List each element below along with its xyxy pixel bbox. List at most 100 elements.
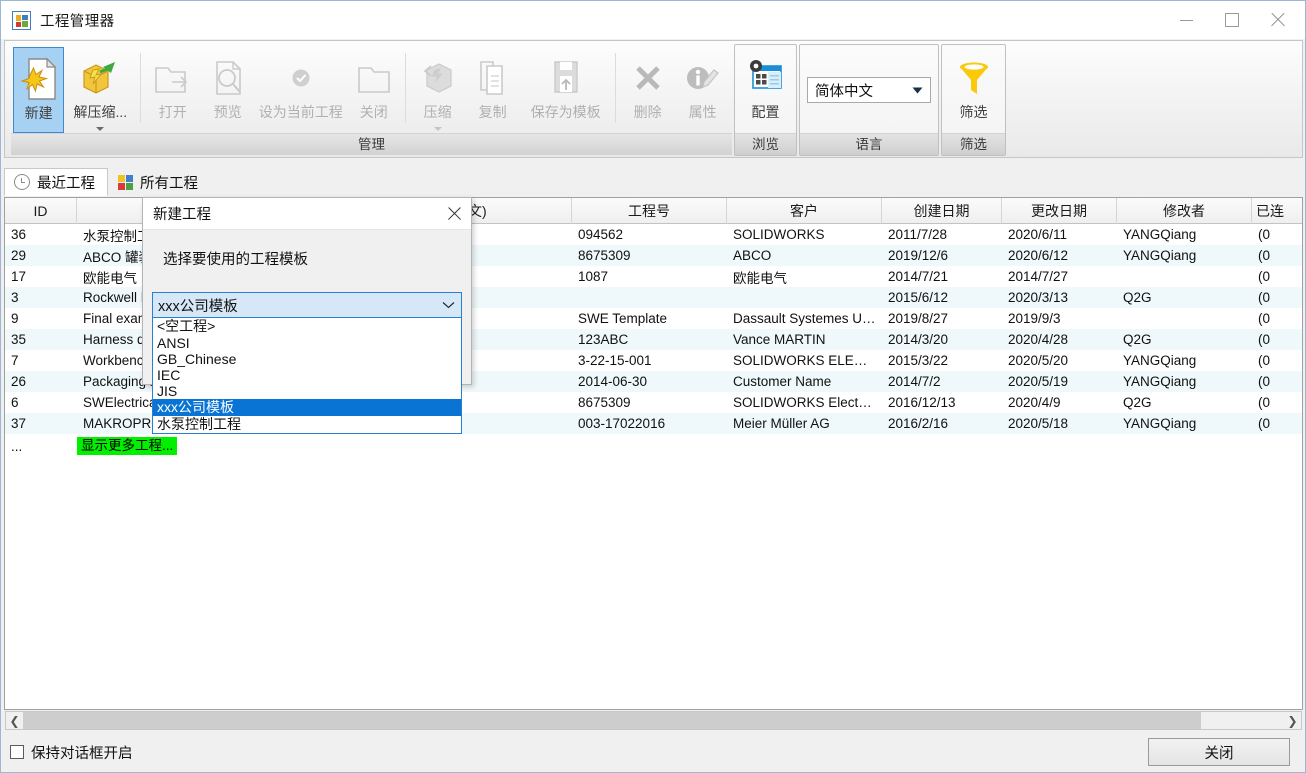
- ribbon-button-copy[interactable]: 复制: [465, 47, 520, 133]
- chevron-right-icon[interactable]: ❯: [1284, 712, 1301, 729]
- table-cell-projno: 003-17022016: [578, 416, 666, 431]
- open-folder-icon: [150, 53, 196, 103]
- table-cell-created: 2015/3/22: [888, 353, 949, 368]
- ribbon-group-manage-title: 管理: [11, 133, 732, 155]
- column-header-modified[interactable]: 更改日期: [1002, 198, 1117, 224]
- window-title: 工程管理器: [40, 13, 115, 30]
- table-cell-modified: 2020/5/20: [1008, 353, 1069, 368]
- chevron-down-icon[interactable]: [96, 127, 105, 131]
- table-cell-id: 7: [11, 353, 19, 368]
- show-more-cell[interactable]: 显示更多工程...: [77, 437, 437, 455]
- maximize-button[interactable]: [1209, 1, 1255, 39]
- template-dropdown-list[interactable]: <空工程> ANSI GB_Chinese IEC JIS xxx公司模板 水泵控制工程: [152, 318, 462, 434]
- ribbon-button-filter-label: 筛选: [959, 104, 988, 120]
- app-icon: [12, 10, 31, 30]
- tab-recent-projects[interactable]: 最近工程: [4, 168, 108, 196]
- table-cell-customer: SOLIDWORKS: [733, 227, 825, 242]
- dropdown-option[interactable]: JIS: [153, 383, 461, 399]
- close-folder-icon: [351, 53, 397, 103]
- tab-recent-projects-label: 最近工程: [37, 175, 95, 192]
- table-cell-projno: 8675309: [578, 395, 631, 410]
- table-cell-id: 35: [11, 332, 27, 347]
- dropdown-option[interactable]: IEC: [153, 367, 461, 383]
- table-cell-created: 2014/7/21: [888, 269, 949, 284]
- title-bar: 工程管理器: [1, 1, 1305, 39]
- column-header-modifier[interactable]: 修改者: [1117, 198, 1252, 224]
- keep-dialog-open-checkbox[interactable]: 保持对话框开启: [10, 742, 133, 763]
- table-cell-created: 2011/7/28: [888, 227, 948, 242]
- table-cell-linked: (0: [1258, 416, 1271, 431]
- table-cell-customer: SOLIDWORKS ELECTRICAL: [733, 353, 882, 368]
- cube-icon: [118, 174, 133, 190]
- ribbon-separator: [140, 53, 142, 123]
- ribbon-group-browse-title: 浏览: [735, 133, 796, 155]
- ribbon-button-properties-label: 属性: [688, 104, 717, 120]
- table-cell-projno: SWE Template: [578, 311, 668, 326]
- ribbon-button-unpack[interactable]: 解压缩...: [64, 47, 136, 133]
- ribbon-button-set-current[interactable]: 设为当前工程: [255, 47, 346, 133]
- table-cell-id: 17: [11, 269, 27, 284]
- table-cell-modifier: Q2G: [1123, 395, 1152, 410]
- maximize-icon: [1225, 13, 1239, 27]
- column-header-customer[interactable]: 客户: [727, 198, 882, 224]
- table-cell-id: 36: [11, 227, 27, 242]
- chevron-down-icon[interactable]: [433, 127, 442, 131]
- ribbon-button-save-as-template[interactable]: 保存为模板: [520, 47, 611, 133]
- set-current-check-icon: [286, 53, 316, 103]
- dropdown-option[interactable]: <空工程>: [153, 318, 461, 335]
- column-header-projno[interactable]: 工程号: [572, 198, 727, 224]
- ribbon-separator: [615, 53, 617, 123]
- ribbon-button-new-label: 新建: [24, 105, 53, 121]
- footer-bar: 保持对话框开启 关闭: [1, 732, 1305, 772]
- template-combobox[interactable]: xxx公司模板: [152, 292, 462, 318]
- save-as-template-icon: [543, 53, 589, 103]
- funnel-filter-icon: [954, 53, 994, 103]
- ribbon-button-open-label: 打开: [158, 104, 187, 120]
- dropdown-option[interactable]: xxx公司模板: [153, 399, 461, 416]
- table-row-show-more[interactable]: ... 显示更多工程...: [5, 434, 1302, 458]
- close-icon: [447, 206, 462, 221]
- keep-dialog-open-label: 保持对话框开启: [31, 745, 133, 762]
- table-cell-modifier: Q2G: [1123, 332, 1152, 347]
- checkbox-box[interactable]: [10, 745, 24, 759]
- column-header-created[interactable]: 创建日期: [882, 198, 1002, 224]
- ribbon-button-preview[interactable]: 预览: [200, 47, 255, 133]
- chevron-down-icon[interactable]: [904, 78, 930, 102]
- ribbon-group-language-items: 简体中文: [800, 45, 938, 133]
- ribbon-button-new[interactable]: 新建: [13, 47, 65, 133]
- chevron-left-icon[interactable]: ❮: [6, 712, 23, 729]
- ribbon-button-delete[interactable]: 删除: [620, 47, 675, 133]
- ribbon-button-close-project[interactable]: 关闭: [346, 47, 401, 133]
- tab-all-projects-label: 所有工程: [140, 175, 198, 192]
- ribbon-button-properties[interactable]: 属性: [675, 47, 730, 133]
- dropdown-option[interactable]: 水泵控制工程: [153, 416, 461, 433]
- close-button[interactable]: 关闭: [1148, 738, 1290, 766]
- ribbon-button-compress[interactable]: 压缩: [410, 47, 465, 133]
- column-header-linked[interactable]: 已连: [1252, 198, 1302, 224]
- ribbon-group-filter: 筛选 筛选: [941, 44, 1006, 156]
- tab-all-projects[interactable]: 所有工程: [108, 168, 211, 196]
- chevron-down-icon[interactable]: [435, 293, 461, 317]
- table-cell-projno: 094562: [578, 227, 624, 242]
- horizontal-scrollbar[interactable]: ❮ ❯: [5, 711, 1302, 730]
- language-combobox[interactable]: 简体中文: [807, 77, 931, 103]
- ribbon-group-language: 简体中文 语言: [799, 44, 939, 156]
- show-more-label[interactable]: 显示更多工程...: [77, 437, 178, 455]
- ribbon-button-filter[interactable]: 筛选: [944, 47, 1003, 133]
- table-cell-linked: (0: [1258, 395, 1271, 410]
- ribbon-button-configuration-label: 配置: [751, 104, 780, 120]
- scrollbar-thumb[interactable]: [23, 712, 1201, 729]
- scrollbar-track[interactable]: [23, 712, 1284, 729]
- table-cell-id: 26: [11, 374, 27, 389]
- window-close-button[interactable]: [1255, 1, 1301, 39]
- ribbon-button-configuration[interactable]: 配置: [737, 47, 794, 133]
- dropdown-option[interactable]: GB_Chinese: [153, 351, 461, 367]
- minimize-button[interactable]: [1163, 1, 1209, 39]
- table-cell-created: 2014/7/2: [888, 374, 941, 389]
- column-header-id[interactable]: ID: [5, 198, 77, 224]
- dialog-close-button[interactable]: [437, 198, 471, 230]
- table-cell-customer: Vance MARTIN: [733, 332, 826, 347]
- compress-archive-icon: [415, 53, 461, 103]
- dropdown-option[interactable]: ANSI: [153, 335, 461, 351]
- ribbon-button-open[interactable]: 打开: [145, 47, 200, 133]
